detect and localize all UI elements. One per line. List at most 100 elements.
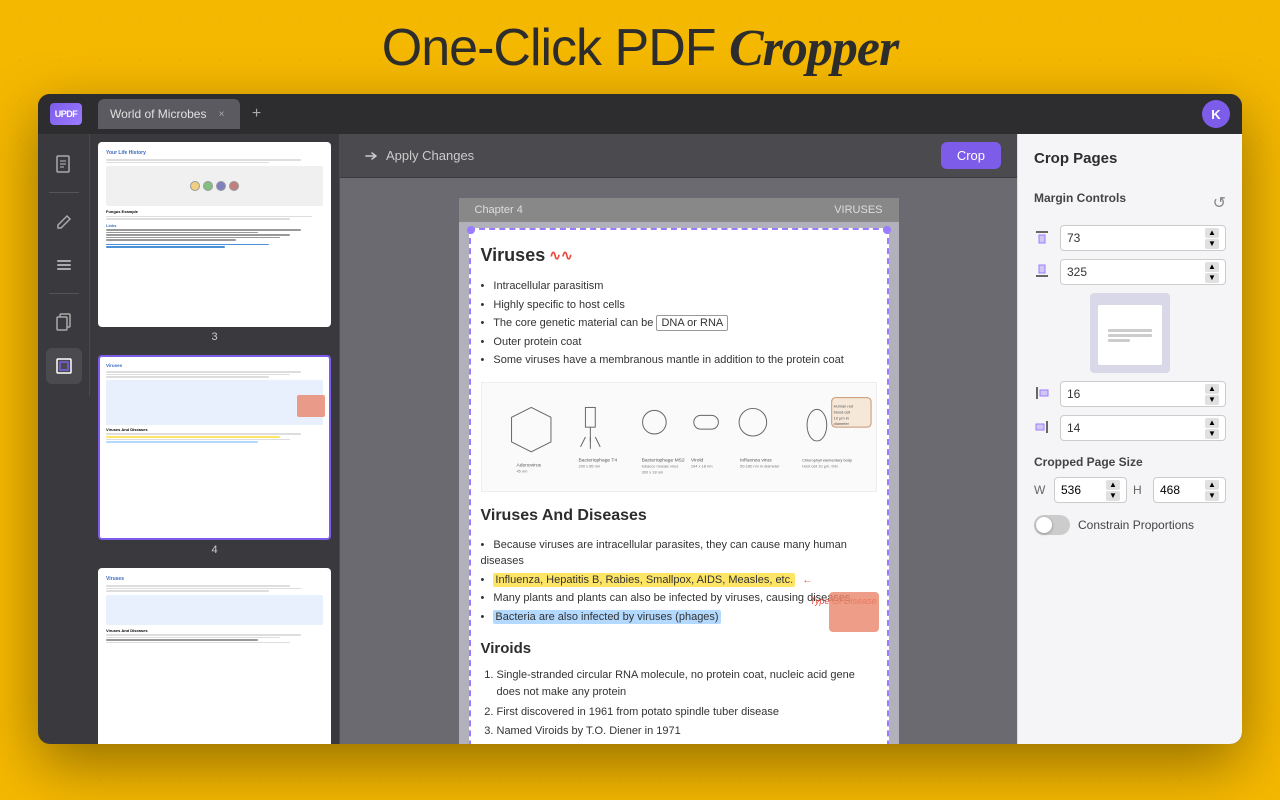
svg-text:Host cell 10 μm, thin: Host cell 10 μm, thin: [802, 463, 838, 468]
width-up[interactable]: ▲: [1106, 480, 1120, 490]
top-margin-value: 73: [1067, 231, 1080, 245]
viroids-title: Viroids: [481, 638, 877, 661]
left-margin-down[interactable]: ▼: [1205, 395, 1219, 405]
top-margin-input[interactable]: 73 ▲ ▼: [1060, 225, 1226, 251]
thumbnail-5-image: Viruses Viruses And Diseases: [98, 568, 331, 744]
left-margin-spinners[interactable]: ▲ ▼: [1205, 384, 1219, 405]
section-label: VIRUSES: [834, 204, 882, 216]
bottom-margin-down[interactable]: ▼: [1205, 273, 1219, 283]
bottom-margin-spinners[interactable]: ▲ ▼: [1205, 262, 1219, 283]
left-margin-icon: [1034, 385, 1054, 404]
tab-add-button[interactable]: +: [244, 102, 268, 126]
orange-decoration: [829, 592, 879, 632]
thumbnail-panel: Your Life History Fungus Example: [90, 134, 340, 744]
top-margin-down[interactable]: ▼: [1205, 239, 1219, 249]
tab-bar: World of Microbes × +: [98, 99, 1202, 129]
arrow-annotation: ←: [802, 575, 812, 586]
bullet-3: The core genetic material can be DNA or …: [481, 314, 877, 333]
svg-text:10 μm in: 10 μm in: [833, 415, 848, 420]
right-margin-icon: [1034, 419, 1054, 438]
thumbnail-page-4[interactable]: Viruses Viruses And Diseases 4: [98, 355, 331, 556]
preview-line-3: [1108, 339, 1130, 342]
thumbnail-3-label: 3: [98, 331, 331, 343]
viroids-list: Single-stranded circular RNA molecule, n…: [481, 667, 877, 745]
bottom-margin-up[interactable]: ▲: [1205, 262, 1219, 272]
list-icon[interactable]: [46, 247, 82, 283]
left-margin-input[interactable]: 16 ▲ ▼: [1060, 381, 1226, 407]
height-down[interactable]: ▼: [1205, 491, 1219, 501]
constrain-toggle[interactable]: [1034, 515, 1070, 535]
page-viewer[interactable]: Chapter 4 VIRUSES: [340, 178, 1017, 744]
svg-text:200 x 85 nm: 200 x 85 nm: [578, 463, 600, 468]
svg-text:tobacco mosaic virus: tobacco mosaic virus: [641, 463, 678, 468]
tab-world-of-microbes[interactable]: World of Microbes ×: [98, 99, 240, 129]
virus-squiggle: ∿∿: [549, 245, 572, 266]
left-margin-up[interactable]: ▲: [1205, 384, 1219, 394]
sidebar-icons: [38, 134, 90, 396]
viruses-bullet-list: Intracellular parasitism Highly specific…: [481, 277, 877, 370]
page-header-bar: Chapter 4 VIRUSES: [459, 198, 899, 222]
thumbnail-3-image: Your Life History Fungus Example: [98, 142, 331, 327]
logo-box: UPDF: [50, 103, 82, 125]
crop-page-icon[interactable]: [46, 348, 82, 384]
user-avatar: K: [1202, 100, 1230, 128]
top-margin-up[interactable]: ▲: [1205, 228, 1219, 238]
right-margin-spinners[interactable]: ▲ ▼: [1205, 418, 1219, 439]
height-input[interactable]: 468 ▲ ▼: [1153, 477, 1226, 503]
tab-close-button[interactable]: ×: [214, 107, 228, 121]
width-value: 536: [1061, 483, 1081, 497]
bullet-5: Some viruses have a membranous mantle in…: [481, 351, 877, 370]
right-margin-input[interactable]: 14 ▲ ▼: [1060, 415, 1226, 441]
crop-button[interactable]: Crop: [941, 142, 1001, 169]
disease-bullet-2: Influenza, Hepatitis B, Rabies, Smallpox…: [481, 571, 877, 590]
viruses-title-text: Viruses: [481, 242, 546, 269]
width-label: W: [1034, 483, 1048, 497]
right-margin-up[interactable]: ▲: [1205, 418, 1219, 428]
width-input[interactable]: 536 ▲ ▼: [1054, 477, 1127, 503]
disease-bullet-4: Bacteria are also infected by viruses (p…: [481, 608, 877, 627]
left-margin-value: 16: [1067, 387, 1080, 401]
crop-label: Crop: [957, 148, 985, 163]
viroid-item-1: Single-stranded circular RNA molecule, n…: [497, 667, 877, 702]
svg-text:300 x 18 nm: 300 x 18 nm: [641, 469, 663, 474]
pen-icon[interactable]: [46, 203, 82, 239]
width-down[interactable]: ▼: [1106, 491, 1120, 501]
bullet-2: Highly specific to host cells: [481, 296, 877, 315]
page-content: Viruses ∿∿ Intracellular parasitism High…: [459, 222, 899, 744]
top-margin-spinners[interactable]: ▲ ▼: [1205, 228, 1219, 249]
height-label: H: [1133, 483, 1147, 497]
top-margin-row: 73 ▲ ▼: [1034, 225, 1226, 251]
preview-line-1: [1108, 329, 1153, 332]
viroid-item-3: Named Viroids by T.O. Diener in 1971: [497, 723, 877, 741]
top-margin-icon: [1034, 229, 1054, 248]
page-header: One-Click PDF Cropper: [0, 0, 1280, 94]
apply-changes-button[interactable]: Apply Changes: [356, 144, 482, 168]
apply-changes-label: Apply Changes: [386, 148, 474, 163]
svg-text:194 x 18 nm: 194 x 18 nm: [690, 463, 712, 468]
right-panel: Crop Pages Margin Controls ↺ 73 ▲: [1017, 134, 1242, 744]
sidebar-wrapper: [38, 134, 90, 744]
bottom-margin-input[interactable]: 325 ▲ ▼: [1060, 259, 1226, 285]
height-spinners[interactable]: ▲ ▼: [1205, 480, 1219, 501]
copy-icon[interactable]: [46, 304, 82, 340]
bacteria-phages-highlighted: Bacteria are also infected by viruses (p…: [493, 610, 720, 624]
title-part2: Cropper: [729, 20, 898, 77]
tab-label: World of Microbes: [110, 107, 206, 121]
document-icon[interactable]: [46, 146, 82, 182]
bottom-margin-icon: [1034, 263, 1054, 282]
width-spinners[interactable]: ▲ ▼: [1106, 480, 1120, 501]
thumbnail-page-3[interactable]: Your Life History Fungus Example: [98, 142, 331, 343]
viroid-item-2: First discovered in 1961 from potato spi…: [497, 704, 877, 722]
main-content: Your Life History Fungus Example: [38, 134, 1242, 744]
dna-rna-text: DNA or RNA: [656, 315, 728, 331]
svg-text:45 nm: 45 nm: [516, 468, 528, 473]
height-up[interactable]: ▲: [1205, 480, 1219, 490]
right-margin-down[interactable]: ▼: [1205, 429, 1219, 439]
height-value: 468: [1160, 483, 1180, 497]
viewer-area: Apply Changes Crop Chapter 4 VIRUSES: [340, 134, 1017, 744]
right-margin-value: 14: [1067, 421, 1080, 435]
app-window: UPDF World of Microbes × + K: [38, 94, 1242, 744]
thumbnail-page-5[interactable]: Viruses Viruses And Diseases 5: [98, 568, 331, 744]
reset-button[interactable]: ↺: [1213, 193, 1226, 213]
viruses-diseases-title: Viruses And Diseases: [481, 504, 877, 528]
